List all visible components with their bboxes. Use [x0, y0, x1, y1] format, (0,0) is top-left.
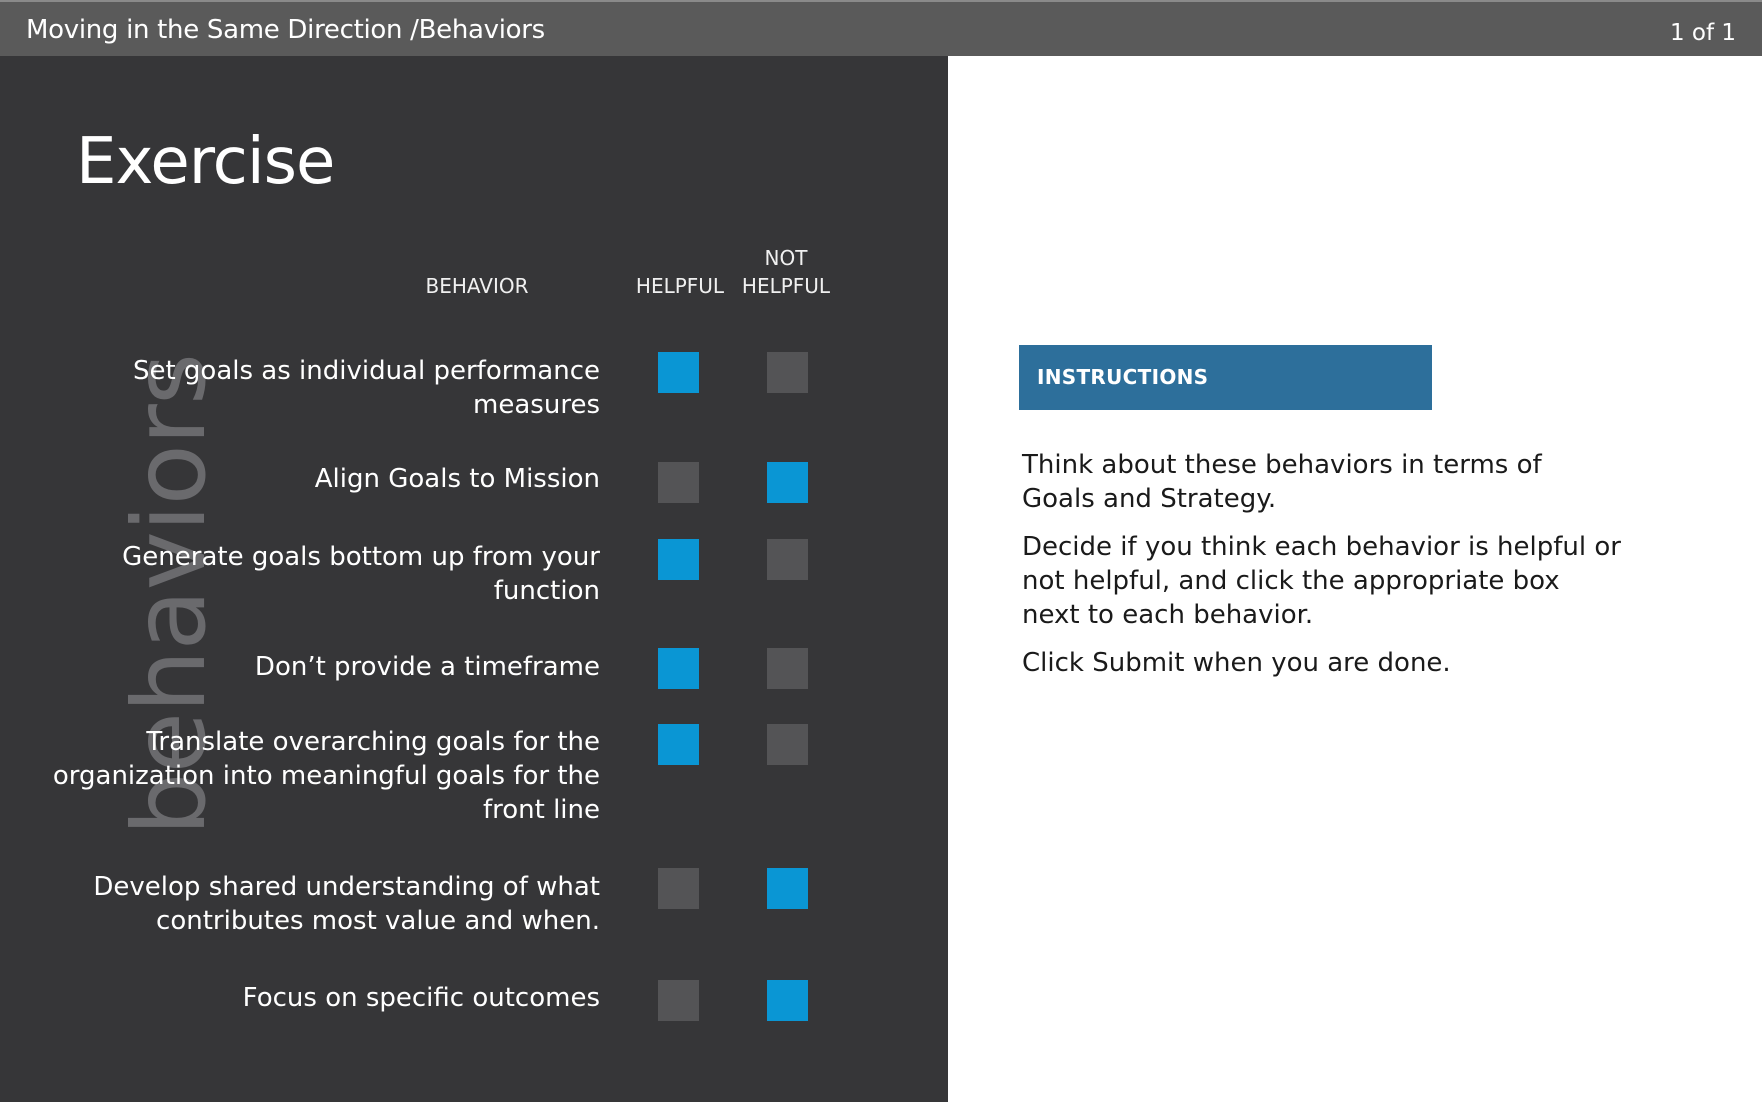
behavior-label-1: Set goals as individual performance meas…	[132, 356, 600, 420]
not-helpful-checkbox-7[interactable]	[767, 980, 808, 1021]
helpful-column-header: HELPFUL	[635, 274, 725, 298]
helpful-checkbox-6[interactable]	[658, 868, 699, 909]
behavior-label-4: Don’t provide a timeframe	[254, 652, 600, 682]
not-helpful-checkbox-2[interactable]	[767, 462, 808, 503]
helpful-checkbox-5[interactable]	[658, 724, 699, 765]
helpful-checkbox-2[interactable]	[658, 462, 699, 503]
not-helpful-checkbox-6[interactable]	[767, 868, 808, 909]
not-helpful-header-line2: HELPFUL	[741, 274, 831, 298]
not-helpful-checkbox-5[interactable]	[767, 724, 808, 765]
not-helpful-checkbox-4[interactable]	[767, 648, 808, 689]
behavior-column-header: BEHAVIOR	[425, 274, 529, 298]
helpful-checkbox-7[interactable]	[658, 980, 699, 1021]
helpful-checkbox-3[interactable]	[658, 539, 699, 580]
instruction-paragraph-2: Decide if you think each behavior is hel…	[1022, 532, 1621, 630]
behavior-label-3: Generate goals bottom up from your funct…	[122, 542, 600, 606]
instruction-paragraph-3: Click Submit when you are done.	[1022, 648, 1451, 678]
behavior-label-5: Translate overarching goals for the orga…	[52, 727, 600, 825]
not-helpful-checkbox-3[interactable]	[767, 539, 808, 580]
behavior-label-7: Focus on specific outcomes	[242, 983, 600, 1013]
instructions-body: Think about these behaviors in terms of …	[1022, 448, 1622, 694]
breadcrumb: Moving in the Same Direction /Behaviors	[26, 15, 545, 45]
not-helpful-column-header: NOT HELPFUL	[730, 244, 842, 300]
exercise-title: Exercise	[76, 125, 335, 199]
instructions-header: INSTRUCTIONS	[1019, 345, 1432, 410]
behavior-label-6: Develop shared understanding of what con…	[93, 872, 600, 936]
exercise-panel: Exercise behaviors BEHAVIOR HELPFUL NOT …	[0, 56, 948, 1102]
behavior-label-2: Align Goals to Mission	[314, 464, 600, 494]
instructions-panel: INSTRUCTIONS Think about these behaviors…	[948, 56, 1762, 1102]
helpful-checkbox-4[interactable]	[658, 648, 699, 689]
top-bar: Moving in the Same Direction /Behaviors …	[0, 0, 1762, 56]
helpful-checkbox-1[interactable]	[658, 352, 699, 393]
instruction-paragraph-1: Think about these behaviors in terms of …	[1022, 450, 1542, 514]
page-indicator: 1 of 1	[1669, 20, 1736, 46]
not-helpful-header-line1: NOT	[764, 246, 808, 270]
not-helpful-checkbox-1[interactable]	[767, 352, 808, 393]
